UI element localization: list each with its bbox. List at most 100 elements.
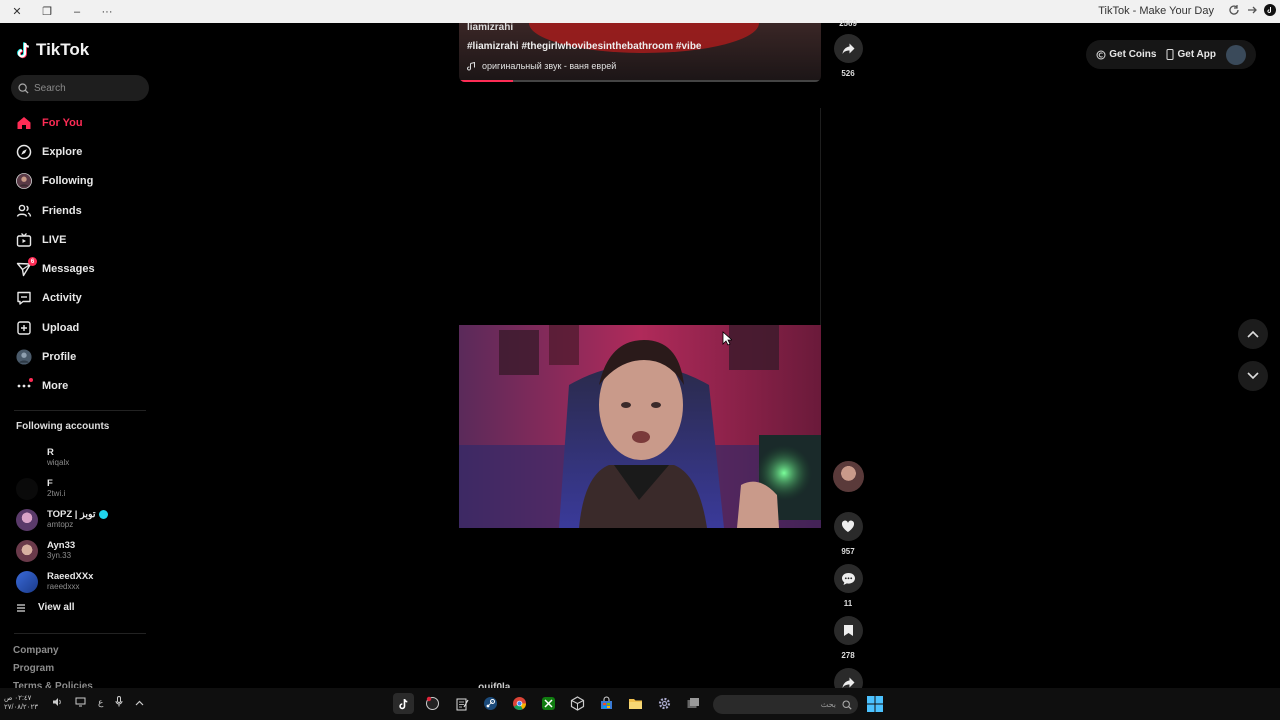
video-caption[interactable]: #liamizrahi #thegirlwhovibesinthebathroo… xyxy=(467,41,702,52)
account-name: Ayn33 xyxy=(47,539,76,551)
video-progress-bar[interactable] xyxy=(459,80,821,82)
save-count: 278 xyxy=(841,651,855,660)
footer-link-program[interactable]: Program xyxy=(13,663,93,674)
taskbar-app-steam[interactable] xyxy=(480,693,501,714)
get-app-button[interactable]: Get App xyxy=(1166,49,1216,60)
taskbar-app-xbox[interactable] xyxy=(538,693,559,714)
nav-label: LIVE xyxy=(42,233,67,246)
footer-link-company[interactable]: Company xyxy=(13,645,93,656)
account-avatar xyxy=(16,477,38,500)
account-item[interactable]: R wiqalx xyxy=(0,442,160,473)
taskbar-app-settings[interactable] xyxy=(654,693,675,714)
network-icon[interactable] xyxy=(75,697,86,709)
save-button[interactable] xyxy=(833,616,863,645)
tiktok-logo[interactable]: TikTok xyxy=(16,40,89,60)
account-handle: 2twi.i xyxy=(47,488,66,498)
view-all-button[interactable]: View all xyxy=(16,602,75,613)
taskbar-app-store[interactable] xyxy=(596,693,617,714)
taskbar-app-tiktok[interactable] xyxy=(393,693,414,714)
screen: ✕ ❐ – ··· TikTok - Make Your Day TikTok … xyxy=(0,0,1280,720)
verified-badge-icon xyxy=(98,510,108,519)
clock[interactable]: ٠٢:٤٧ ص ٢٧/٠٨/٢٠٢٣ xyxy=(4,694,38,712)
video-progress-fill xyxy=(459,80,514,82)
volume-icon[interactable] xyxy=(52,697,63,709)
tray-chevron-up-icon[interactable] xyxy=(135,698,144,708)
nav-label: Upload xyxy=(42,321,80,334)
reload-icon[interactable] xyxy=(1228,4,1240,19)
nav-item-messages[interactable]: 6 Messages xyxy=(0,254,160,283)
current-video-actions: 957 11 278 xyxy=(832,461,864,697)
nav-item-live[interactable]: LIVE xyxy=(0,225,160,254)
next-video-button[interactable] xyxy=(1238,361,1268,391)
language-indicator[interactable]: ع xyxy=(98,697,103,708)
like-button[interactable] xyxy=(833,512,863,541)
get-coins-label: Get Coins xyxy=(1109,49,1157,60)
account-item[interactable]: F 2twi.i xyxy=(0,473,160,504)
sidebar: TikTok For You Explore Following Friends xyxy=(0,23,160,692)
gear-icon xyxy=(658,697,671,710)
video-music[interactable]: оригинальный звук - ваня еврей xyxy=(467,61,616,71)
previous-video[interactable]: liamizrahi #liamizrahi #thegirlwhovibesi… xyxy=(459,23,821,82)
account-avatar xyxy=(16,570,38,593)
clock-time: ٠٢:٤٧ ص xyxy=(4,695,32,702)
nav-item-friends[interactable]: Friends xyxy=(0,196,160,225)
window-controls: ✕ ❐ – ··· xyxy=(6,0,118,23)
folder-icon xyxy=(629,699,642,709)
nav-item-more[interactable]: More xyxy=(0,372,160,401)
account-avatar xyxy=(16,508,38,531)
user-avatar[interactable] xyxy=(1226,44,1246,65)
account-name: F xyxy=(47,477,53,489)
taskbar-app-notepad[interactable] xyxy=(451,693,472,714)
comment-button[interactable] xyxy=(833,564,863,593)
comment-icon xyxy=(841,572,855,585)
messages-badge: 6 xyxy=(28,257,37,267)
search-box[interactable] xyxy=(11,75,149,101)
close-window-button[interactable]: ✕ xyxy=(6,2,28,22)
live-tv-icon xyxy=(16,232,32,248)
account-item[interactable]: RaeedXXx raeedxxx xyxy=(0,566,160,597)
taskbar-apps xyxy=(393,693,704,714)
account-item[interactable]: TOPZ | توبز amtopz xyxy=(0,504,160,535)
nav-item-following[interactable]: Following xyxy=(0,167,160,196)
share-count: 526 xyxy=(841,69,855,78)
taskbar-app-screen-recorder[interactable] xyxy=(422,693,443,714)
video-author[interactable]: liamizrahi xyxy=(467,23,513,33)
taskbar-app-window[interactable] xyxy=(683,693,704,714)
activity-icon xyxy=(16,290,32,306)
search-input[interactable] xyxy=(34,82,144,94)
account-name: RaeedXXx xyxy=(47,570,94,582)
restore-window-button[interactable]: ❐ xyxy=(36,2,58,22)
nav-item-profile[interactable]: Profile xyxy=(0,342,160,371)
nav-item-explore[interactable]: Explore xyxy=(0,137,160,166)
music-note-icon xyxy=(467,61,475,70)
minimize-window-button[interactable]: – xyxy=(66,2,88,22)
forward-arrow-icon[interactable] xyxy=(1246,4,1258,19)
microphone-icon[interactable] xyxy=(115,696,123,709)
friends-icon xyxy=(16,203,32,219)
window-menu-button[interactable]: ··· xyxy=(96,2,118,22)
account-handle: 3yn.33 xyxy=(47,550,72,560)
nav-item-activity[interactable]: Activity xyxy=(0,284,160,313)
nav-label: Activity xyxy=(42,292,82,305)
clock-date: ٢٧/٠٨/٢٠٢٣ xyxy=(4,704,38,711)
windows-start-icon[interactable] xyxy=(866,695,884,713)
taskbar-app-unity[interactable] xyxy=(567,693,588,714)
get-coins-button[interactable]: Get Coins xyxy=(1096,49,1156,60)
nav-label: For You xyxy=(42,116,83,129)
tiktok-tab-icon xyxy=(1264,4,1276,19)
following-accounts-list: R wiqalx F 2twi.i TOPZ | توبز amtopz Ayn… xyxy=(0,442,160,597)
following-accounts-title: Following accounts xyxy=(16,421,110,432)
share-button[interactable] xyxy=(833,34,863,63)
nav-label: Explore xyxy=(42,145,83,158)
current-video-player[interactable] xyxy=(459,325,821,528)
taskbar-app-chrome[interactable] xyxy=(509,693,530,714)
nav-label: Following xyxy=(42,175,94,188)
previous-video-button[interactable] xyxy=(1238,319,1268,349)
nav-item-for-you[interactable]: For You xyxy=(0,108,160,137)
nav-item-upload[interactable]: Upload xyxy=(0,313,160,342)
mouse-cursor-icon xyxy=(722,331,732,346)
account-item[interactable]: Ayn33 3yn.33 xyxy=(0,535,160,566)
taskbar-app-file-explorer[interactable] xyxy=(625,693,646,714)
creator-avatar[interactable] xyxy=(832,461,864,492)
taskbar-search[interactable]: بحث xyxy=(713,695,858,714)
